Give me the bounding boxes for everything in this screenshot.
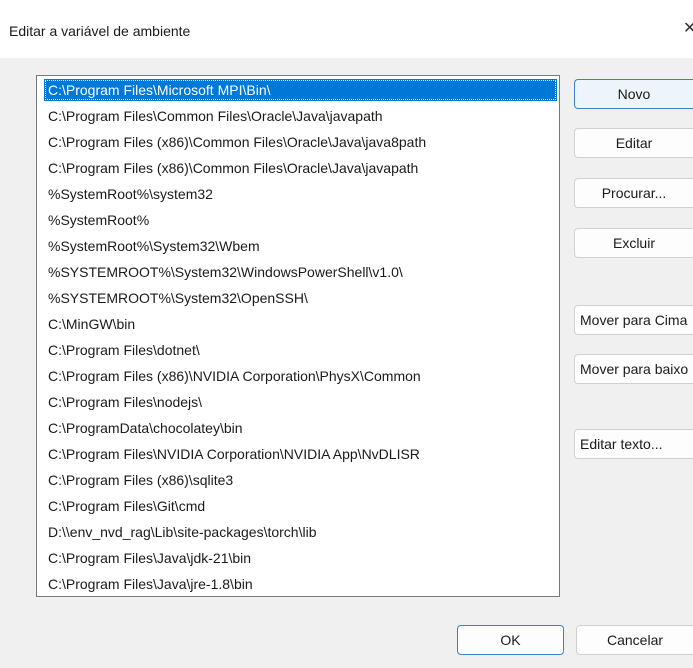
list-item[interactable]: C:\Program Files (x86)\Common Files\Orac… [44, 157, 557, 179]
list-item[interactable]: C:\Program Files (x86)\Common Files\Orac… [44, 131, 557, 153]
title-bar: Editar a variável de ambiente ✕ [0, 0, 693, 58]
edit-button[interactable]: Editar [574, 128, 693, 158]
list-item[interactable]: C:\Program Files\Git\cmd [44, 495, 557, 517]
list-item[interactable]: %SYSTEMROOT%\System32\WindowsPowerShell\… [44, 261, 557, 283]
list-item[interactable]: %SystemRoot%\System32\Wbem [44, 235, 557, 257]
list-item[interactable]: C:\Program Files\Common Files\Oracle\Jav… [44, 105, 557, 127]
list-item[interactable]: C:\Program Files\Microsoft MPI\Bin\ [44, 79, 557, 101]
new-button[interactable]: Novo [574, 79, 693, 109]
close-icon[interactable]: ✕ [683, 21, 693, 37]
browse-button[interactable]: Procurar... [574, 178, 693, 208]
path-listbox[interactable]: C:\Program Files\Microsoft MPI\Bin\ C:\P… [36, 75, 560, 597]
list-item[interactable]: C:\Program Files\dotnet\ [44, 339, 557, 361]
list-item[interactable]: D:\\env_nvd_rag\Lib\site-packages\torch\… [44, 521, 557, 543]
list-item[interactable]: %SYSTEMROOT%\System32\OpenSSH\ [44, 287, 557, 309]
move-up-button[interactable]: Mover para Cima [574, 305, 693, 335]
list-item[interactable]: C:\ProgramData\chocolatey\bin [44, 417, 557, 439]
list-item[interactable]: C:\Program Files\Java\jre-1.8\bin [44, 573, 557, 595]
edit-text-button[interactable]: Editar texto... [574, 429, 693, 459]
list-item[interactable]: C:\Program Files (x86)\sqlite3 [44, 469, 557, 491]
list-item[interactable]: %SystemRoot%\system32 [44, 183, 557, 205]
list-item[interactable]: C:\MinGW\bin [44, 313, 557, 335]
list-item[interactable]: C:\Program Files\nodejs\ [44, 391, 557, 413]
list-item[interactable]: %SystemRoot% [44, 209, 557, 231]
list-item[interactable]: C:\Program Files\NVIDIA Corporation\NVID… [44, 443, 557, 465]
list-item[interactable]: C:\Program Files (x86)\NVIDIA Corporatio… [44, 365, 557, 387]
cancel-button[interactable]: Cancelar [576, 625, 693, 655]
window-title: Editar a variável de ambiente [9, 23, 191, 39]
move-down-button[interactable]: Mover para baixo [574, 354, 693, 384]
ok-button[interactable]: OK [457, 625, 564, 655]
delete-button[interactable]: Excluir [574, 228, 693, 258]
list-item[interactable]: C:\Program Files\Java\jdk-21\bin [44, 547, 557, 569]
